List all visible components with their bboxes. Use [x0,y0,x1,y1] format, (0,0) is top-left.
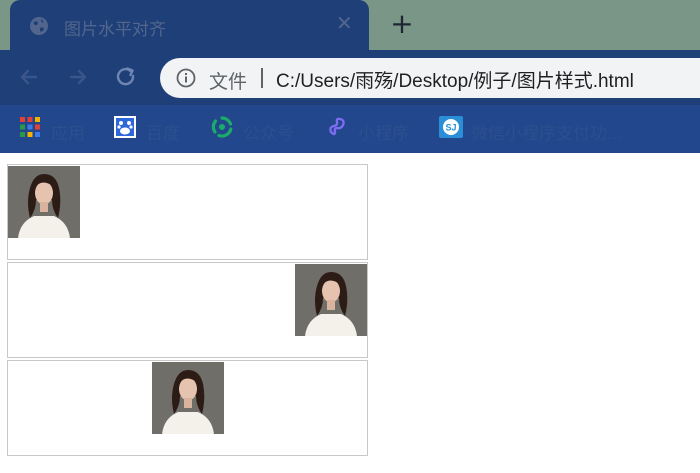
bookmark-label: 微信小程序支付功... [471,124,622,143]
sj-icon: SJ [439,116,463,138]
portrait-image [295,264,367,336]
info-icon[interactable] [176,68,196,88]
image-box-center [7,360,368,456]
image-box-right [7,262,368,358]
omnibox-url[interactable]: C:/Users/雨殇/Desktop/例子/图片样式.html [276,66,634,93]
omnibox-scheme-label: 文件 [209,72,248,93]
forward-button[interactable] [65,64,91,90]
image-box-left [7,164,368,260]
bookmarks-bar: 应用 百度 公众号 小程序 SJ 微信小程序支付功... [0,105,700,153]
globe-icon [29,16,49,36]
portrait-image [8,166,80,238]
bookmark-label: 小程序 [358,124,409,143]
new-tab-button[interactable]: + [388,10,416,38]
back-button[interactable] [16,64,42,90]
reload-icon [116,67,135,86]
active-tab[interactable]: 图片水平对齐 ✕ [10,0,369,50]
reload-button[interactable] [113,64,139,90]
page-content [0,153,700,473]
arrow-left-icon [20,69,38,85]
tab-close-button[interactable]: ✕ [336,13,353,35]
tab-title: 图片水平对齐 [64,20,166,39]
bookmark-label: 应用 [51,124,85,143]
portrait-image [152,362,224,434]
baidu-icon [114,116,136,138]
omnibox-divider [261,68,263,88]
svg-text:SJ: SJ [445,123,456,133]
apps-grid-icon [19,116,41,138]
browser-toolbar: 文件 C:/Users/雨殇/Desktop/例子/图片样式.html [0,50,700,105]
bookmark-label: 公众号 [243,124,294,143]
miniprogram-icon [326,116,348,138]
bookmark-label: 百度 [146,124,180,143]
address-bar[interactable]: 文件 C:/Users/雨殇/Desktop/例子/图片样式.html [160,58,700,98]
arrow-right-icon [69,69,87,85]
tab-strip: 图片水平对齐 ✕ + [0,0,700,50]
wechat-mp-icon [211,116,233,138]
